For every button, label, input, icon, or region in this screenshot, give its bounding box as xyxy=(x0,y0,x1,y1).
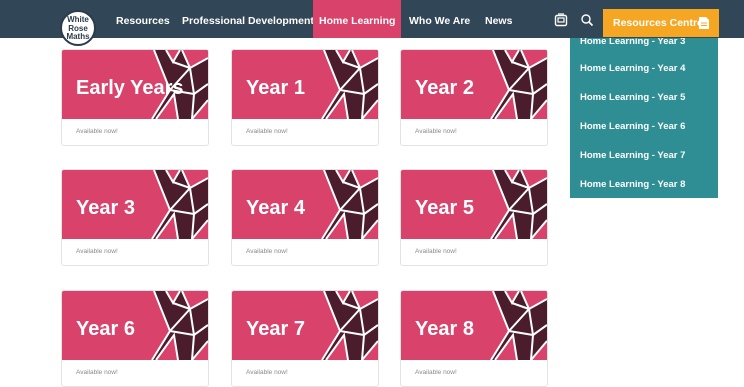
dropdown-item-year-6[interactable]: Home Learning - Year 6 xyxy=(580,121,685,132)
dropdown-item-year-3[interactable]: Home Learning - Year 3 xyxy=(580,38,685,47)
geometric-pattern-icon xyxy=(490,50,547,119)
geometric-pattern-icon xyxy=(490,291,547,360)
year-card-year-6[interactable]: Year 6 Available now! xyxy=(61,290,209,387)
card-title: Year 7 xyxy=(246,318,305,340)
resources-centre-button[interactable]: Resources Centre xyxy=(603,9,719,37)
dropdown-item-year-4[interactable]: Home Learning - Year 4 xyxy=(580,63,685,74)
card-banner: Year 2 xyxy=(401,50,547,119)
geometric-pattern-icon xyxy=(321,291,378,360)
card-banner: Year 7 xyxy=(232,291,378,360)
card-title: Year 5 xyxy=(415,197,474,219)
nav-item-who-we-are[interactable]: Who We Are xyxy=(409,0,470,38)
library-icon[interactable] xyxy=(554,13,568,27)
card-status: Available now! xyxy=(76,248,118,255)
year-card-year-5[interactable]: Year 5 Available now! xyxy=(400,169,548,266)
geometric-pattern-icon xyxy=(151,291,208,360)
nav-item-professional-development[interactable]: Professional Development xyxy=(182,0,314,38)
card-title: Year 2 xyxy=(415,77,474,99)
card-status: Available now! xyxy=(246,369,288,376)
dropdown-item-year-8[interactable]: Home Learning - Year 8 xyxy=(580,179,685,190)
dropdown-item-year-7[interactable]: Home Learning - Year 7 xyxy=(580,150,685,161)
card-banner: Year 6 xyxy=(62,291,208,360)
card-banner: Early Years xyxy=(62,50,208,119)
card-status: Available now! xyxy=(246,248,288,255)
top-navigation: Resources Professional Development Home … xyxy=(0,0,744,38)
card-status: Available now! xyxy=(76,128,118,135)
year-card-year-4[interactable]: Year 4 Available now! xyxy=(231,169,379,266)
geometric-pattern-icon xyxy=(151,170,208,239)
card-title: Year 3 xyxy=(76,197,135,219)
card-status: Available now! xyxy=(76,369,118,376)
card-banner: Year 3 xyxy=(62,170,208,239)
document-icon xyxy=(699,17,709,29)
search-icon[interactable] xyxy=(580,13,594,27)
card-banner: Year 1 xyxy=(232,50,378,119)
card-title: Year 1 xyxy=(246,77,305,99)
card-status: Available now! xyxy=(415,369,457,376)
geometric-pattern-icon xyxy=(321,170,378,239)
card-banner: Year 4 xyxy=(232,170,378,239)
geometric-pattern-icon xyxy=(321,50,378,119)
white-rose-maths-logo[interactable]: White Rose Maths xyxy=(60,10,96,46)
year-card-year-7[interactable]: Year 7 Available now! xyxy=(231,290,379,387)
card-status: Available now! xyxy=(415,248,457,255)
nav-item-home-learning[interactable]: Home Learning xyxy=(313,0,402,38)
dropdown-item-year-5[interactable]: Home Learning - Year 5 xyxy=(580,92,685,103)
card-title: Year 8 xyxy=(415,318,474,340)
card-banner: Year 8 xyxy=(401,291,547,360)
resources-centre-label: Resources Centre xyxy=(613,17,703,29)
card-title: Year 6 xyxy=(76,318,135,340)
year-card-early-years[interactable]: Early Years Available now! xyxy=(61,49,209,146)
card-title: Year 4 xyxy=(246,197,305,219)
year-card-year-2[interactable]: Year 2 Available now! xyxy=(400,49,548,146)
year-card-year-3[interactable]: Year 3 Available now! xyxy=(61,169,209,266)
nav-item-news[interactable]: News xyxy=(485,0,512,38)
card-title: Early Years xyxy=(76,77,184,99)
year-card-year-1[interactable]: Year 1 Available now! xyxy=(231,49,379,146)
card-status: Available now! xyxy=(246,128,288,135)
year-card-year-8[interactable]: Year 8 Available now! xyxy=(400,290,548,387)
home-learning-dropdown: Home Learning - Year 3 Home Learning - Y… xyxy=(570,38,718,198)
card-status: Available now! xyxy=(415,128,457,135)
nav-item-resources[interactable]: Resources xyxy=(116,0,170,38)
geometric-pattern-icon xyxy=(490,170,547,239)
card-banner: Year 5 xyxy=(401,170,547,239)
